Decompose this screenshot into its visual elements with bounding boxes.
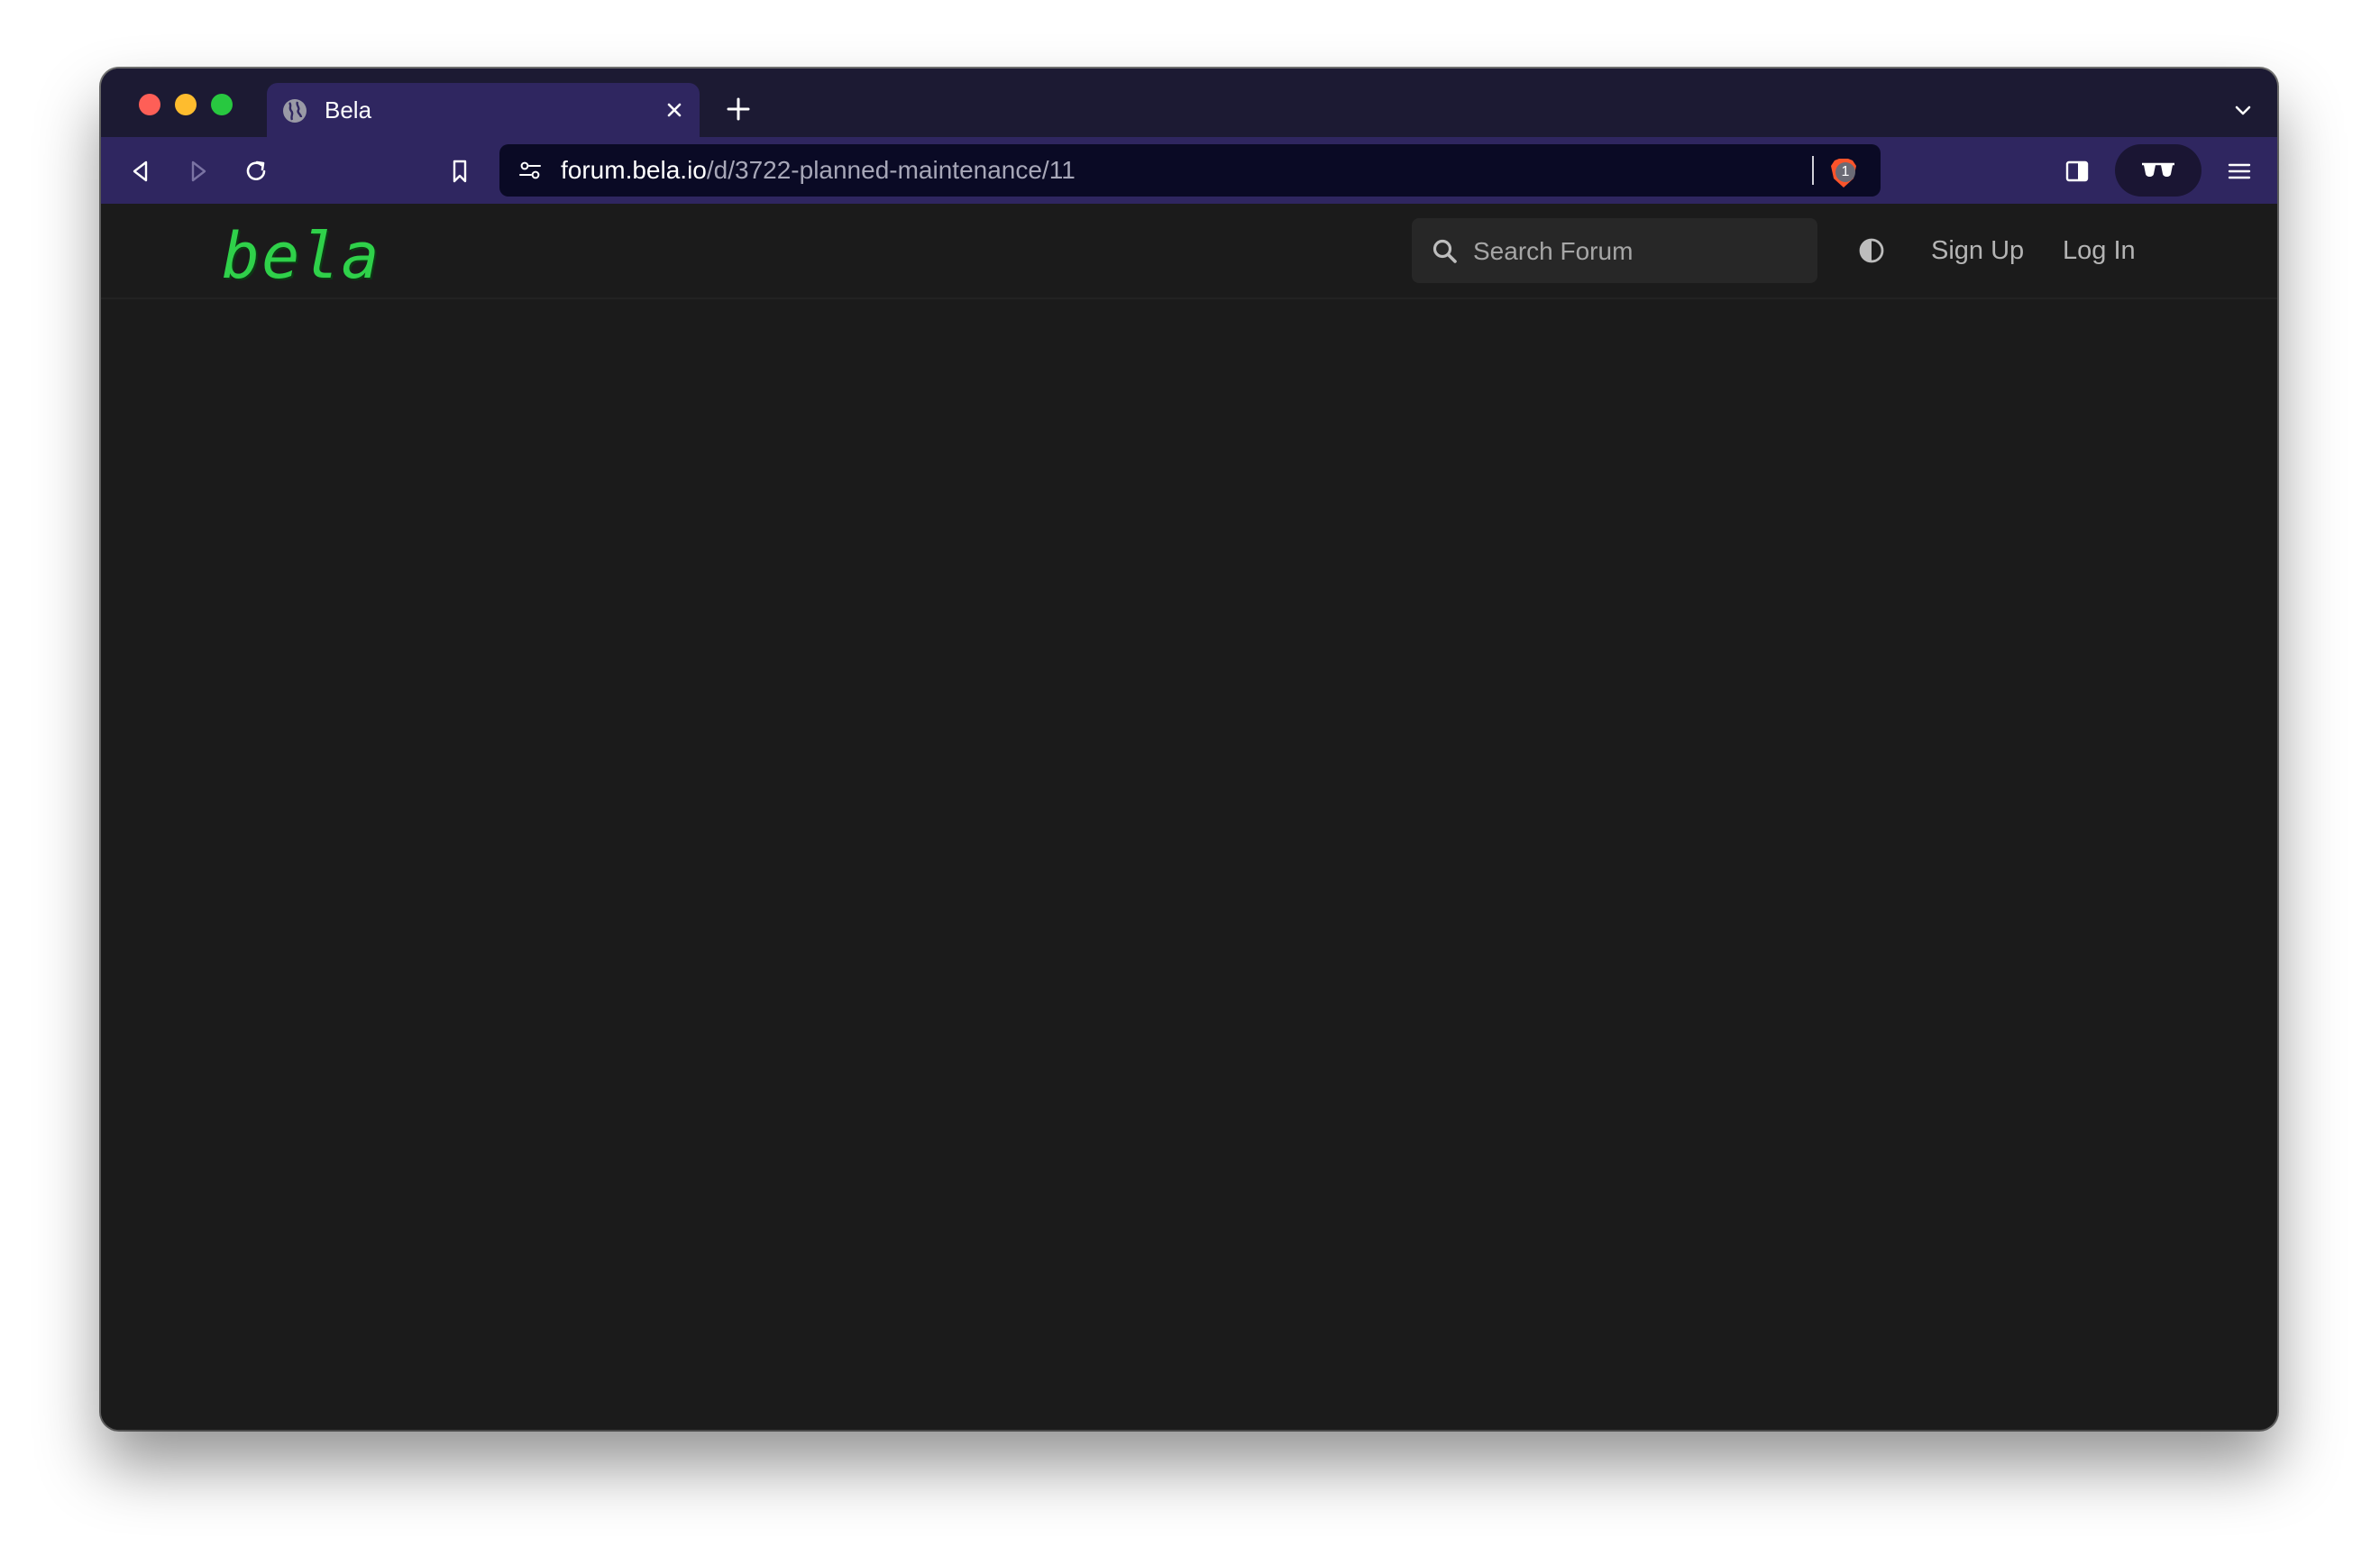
web-page: bela Sign Up Log In [101,204,2277,1430]
browser-window: Bela forum.bela.io/d/3722-planned-mainte… [101,69,2277,1430]
zoom-window-button[interactable] [211,94,233,115]
tab-bela[interactable]: Bela [267,83,700,137]
menu-icon[interactable] [2225,157,2254,186]
bela-logo[interactable]: bela [222,220,381,292]
log-in-link[interactable]: Log In [2063,234,2136,267]
tab-strip: Bela [101,69,2277,137]
browser-toolbar: forum.bela.io/d/3722-planned-maintenance… [101,137,2277,204]
sidebar-icon[interactable] [2063,157,2092,186]
search-icon [1433,239,1457,263]
bookmark-icon[interactable] [445,157,474,186]
brave-shields-button[interactable]: 1 [1828,153,1868,189]
close-window-button[interactable] [139,94,160,115]
shields-count-badge: 1 [1835,162,1855,182]
theme-toggle-icon[interactable] [1857,236,1886,265]
url-text[interactable]: forum.bela.io/d/3722-planned-maintenance… [561,155,1076,186]
search-input[interactable] [1471,218,1808,285]
chevron-down-icon[interactable] [2232,99,2254,121]
sunglasses-icon [2142,162,2174,177]
url-host: forum.bela.io [561,156,707,184]
address-bar-divider [1812,156,1814,185]
new-tab-icon[interactable] [725,96,752,123]
tab-title: Bela [325,96,372,124]
page-content-area [101,299,2277,1430]
search-box[interactable] [1412,218,1817,285]
forward-icon[interactable] [184,157,213,186]
address-bar[interactable]: forum.bela.io/d/3722-planned-maintenance… [499,144,1881,197]
close-tab-icon[interactable] [662,97,687,123]
minimize-window-button[interactable] [175,94,197,115]
site-header: bela Sign Up Log In [101,204,2277,299]
sign-up-link[interactable]: Sign Up [1931,234,2024,267]
globe-icon [283,99,307,123]
back-icon[interactable] [126,157,155,186]
reload-icon[interactable] [242,157,270,186]
site-settings-icon[interactable] [517,158,543,183]
url-path: /d/3722-planned-maintenance/11 [706,156,1076,184]
private-window-button[interactable] [2115,144,2202,197]
